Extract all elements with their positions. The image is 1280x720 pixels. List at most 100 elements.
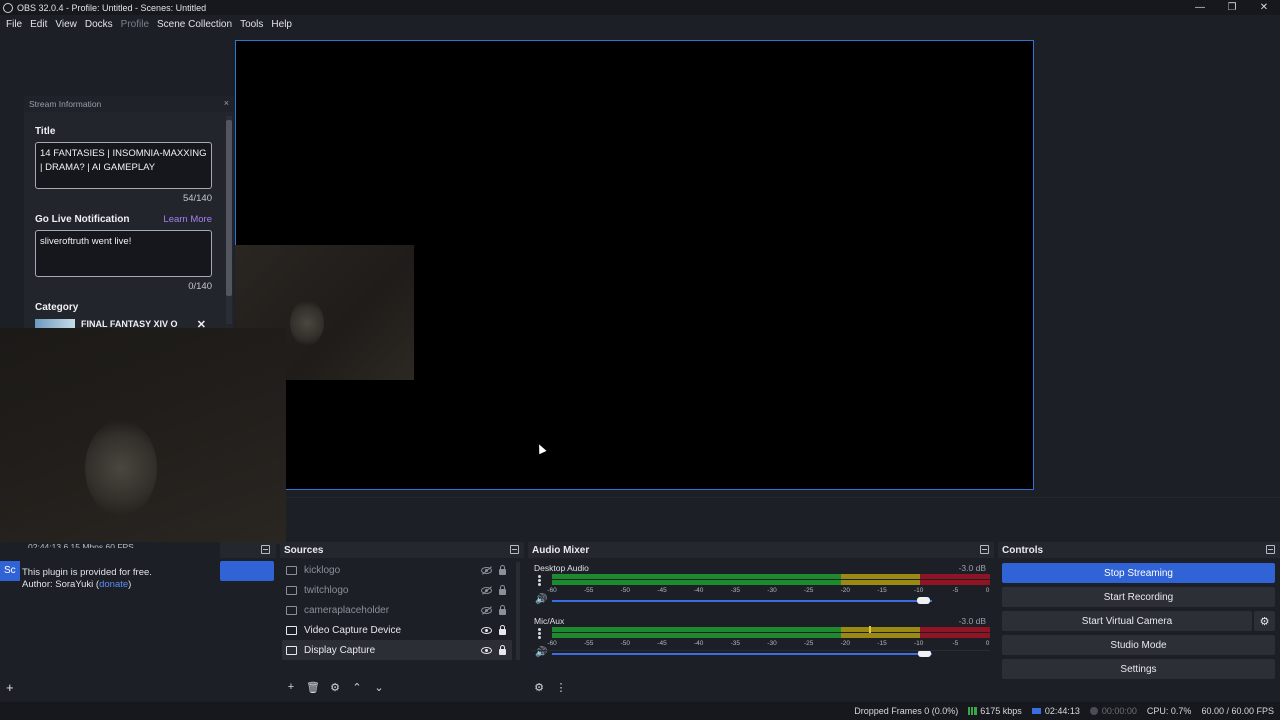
go-live-notification-label: Go Live Notification: [35, 214, 130, 225]
undock-icon[interactable]: [261, 545, 270, 554]
tick-label: -5: [952, 587, 959, 594]
mixer-toolbar: ⚙ ⋮: [532, 680, 576, 694]
tick-label: -55: [583, 587, 594, 594]
menu-profile[interactable]: Profile: [121, 19, 149, 30]
plugin-author-suffix: ): [128, 579, 132, 590]
volume-slider-handle[interactable]: [917, 597, 930, 604]
menu-file[interactable]: File: [6, 19, 22, 30]
tick-label: 0: [985, 640, 990, 647]
mixer-channel-mic-aux: Mic/Aux -3.0 dB -60 -55 -50 -45 -40 -35 …: [532, 616, 990, 664]
donate-link[interactable]: donate: [99, 579, 128, 590]
stream-information-title: Stream Information ×: [24, 96, 234, 112]
stream-info-scroll-thumb[interactable]: [226, 120, 232, 296]
menu-bar: File Edit View Docks Profile Scene Colle…: [0, 15, 1280, 33]
move-source-up-button[interactable]: ⌃: [350, 680, 364, 694]
source-properties-button[interactable]: ⚙: [328, 680, 342, 694]
image-source-icon: [286, 585, 297, 595]
meter-ticks: -60 -55 -50 -45 -40 -35 -30 -25 -20 -15 …: [547, 587, 992, 595]
window-titlebar: OBS 32.0.4 - Profile: Untitled - Scenes:…: [0, 0, 1280, 15]
lock-icon[interactable]: [499, 644, 506, 655]
category-label: Category: [35, 302, 79, 313]
eye-visible-icon[interactable]: [481, 646, 492, 654]
source-item-twitchlogo[interactable]: twitchlogo: [282, 580, 512, 600]
tick-label: -35: [730, 640, 741, 647]
settings-button[interactable]: Settings: [1002, 659, 1275, 679]
channel-menu-icon[interactable]: [538, 628, 541, 639]
tick-label: -35: [730, 587, 741, 594]
source-item-video-capture-device[interactable]: Video Capture Device: [282, 620, 512, 640]
controls-dock: Controls Stop Streaming Start Recording …: [998, 542, 1280, 700]
eye-visible-icon[interactable]: [481, 626, 492, 634]
virtual-camera-settings-gear-icon[interactable]: ⚙: [1254, 611, 1275, 631]
volume-slider[interactable]: [552, 600, 932, 602]
sources-header-text: Sources: [284, 544, 324, 556]
source-name: cameraplaceholder: [304, 604, 390, 616]
eye-hidden-icon[interactable]: [481, 586, 492, 594]
add-source-button[interactable]: +: [284, 680, 298, 694]
webcam-preview-large: [0, 328, 286, 544]
mixer-menu-button[interactable]: ⋮: [554, 680, 568, 694]
close-icon[interactable]: ×: [224, 98, 229, 108]
minimize-button[interactable]: —: [1184, 0, 1216, 15]
channel-menu-icon[interactable]: [538, 575, 541, 586]
plugin-author-line: Author: SoraYuki (donate): [22, 579, 152, 591]
speaker-icon[interactable]: 🔊: [535, 647, 547, 658]
undock-icon[interactable]: [510, 545, 519, 554]
scene-item-selected-left[interactable]: Sc: [0, 561, 20, 581]
tick-label: -50: [620, 640, 631, 647]
stop-streaming-button[interactable]: Stop Streaming: [1002, 563, 1275, 583]
audio-mixer-header-text: Audio Mixer: [532, 544, 590, 556]
sources-scrollbar[interactable]: [516, 562, 520, 660]
stream-info-scrollbar[interactable]: [226, 116, 232, 324]
go-live-notification-input[interactable]: sliveroftruth went live!: [35, 230, 212, 277]
lock-icon[interactable]: [499, 584, 506, 595]
tick-label: -30: [767, 587, 777, 594]
cpu-usage: CPU: 0.7%: [1146, 706, 1192, 716]
menu-docks[interactable]: Docks: [85, 19, 113, 30]
close-window-button[interactable]: ✕: [1248, 0, 1280, 15]
remove-source-button[interactable]: 🗑: [306, 680, 320, 694]
scene-item-selected[interactable]: [220, 561, 274, 581]
learn-more-link[interactable]: Learn More: [163, 214, 212, 225]
meter-peak: [869, 626, 871, 633]
studio-mode-button[interactable]: Studio Mode: [1002, 635, 1275, 655]
speaker-icon[interactable]: 🔊: [535, 594, 547, 605]
tick-label: -45: [657, 587, 667, 594]
camera-source-icon: [286, 625, 297, 635]
tick-label: -5: [952, 640, 959, 647]
plugin-info-panel: 02:44:13 6.15 Mbps 60 FPS Sc This plugin…: [0, 542, 220, 700]
move-source-down-button[interactable]: ⌄: [372, 680, 386, 694]
preview-bottom-strip: [286, 497, 1280, 541]
menu-view[interactable]: View: [55, 19, 77, 30]
menu-tools[interactable]: Tools: [240, 19, 263, 30]
eye-hidden-icon[interactable]: [481, 566, 492, 574]
menu-help[interactable]: Help: [271, 19, 292, 30]
menu-scene-collection[interactable]: Scene Collection: [157, 19, 232, 30]
controls-header: Controls: [998, 542, 1280, 558]
start-virtual-camera-button[interactable]: Start Virtual Camera: [1002, 611, 1252, 631]
audio-meter: [552, 626, 990, 633]
start-recording-button[interactable]: Start Recording: [1002, 587, 1275, 607]
recording-icon: [1089, 707, 1098, 715]
undock-icon[interactable]: [980, 545, 989, 554]
lock-icon[interactable]: [499, 604, 506, 615]
undock-icon[interactable]: [1266, 545, 1275, 554]
lock-icon[interactable]: [499, 564, 506, 575]
notification-char-counter: 0/140: [188, 281, 212, 292]
eye-hidden-icon[interactable]: [481, 606, 492, 614]
advanced-audio-properties-button[interactable]: ⚙: [532, 680, 546, 694]
add-scene-button[interactable]: +: [6, 680, 14, 695]
restore-button[interactable]: ❐: [1216, 0, 1248, 15]
meter-ticks: -60 -55 -50 -45 -40 -35 -30 -25 -20 -15 …: [547, 640, 992, 648]
volume-slider-handle[interactable]: [918, 650, 931, 657]
lock-icon[interactable]: [499, 624, 506, 635]
source-item-cameraplaceholder[interactable]: cameraplaceholder: [282, 600, 512, 620]
source-item-kicklogo[interactable]: kicklogo: [282, 560, 512, 580]
menu-edit[interactable]: Edit: [30, 19, 47, 30]
tick-label: -20: [840, 587, 851, 594]
source-item-display-capture[interactable]: Display Capture: [282, 640, 512, 660]
volume-slider[interactable]: [552, 653, 932, 655]
source-name: kicklogo: [304, 564, 341, 576]
audio-mixer-header: Audio Mixer: [528, 542, 994, 558]
stream-title-input[interactable]: 14 FANTASIES | INSOMNIA-MAXXING | DRAMA?…: [35, 142, 212, 189]
